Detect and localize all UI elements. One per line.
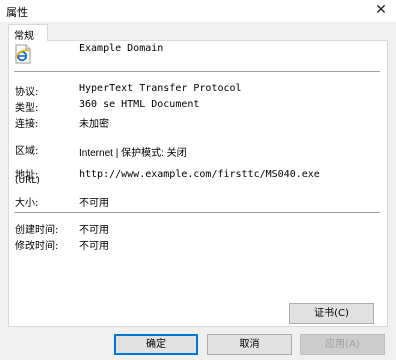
tab-general[interactable]: 常规	[8, 24, 48, 42]
apply-button[interactable]: 应用(A)	[300, 334, 385, 355]
tab-general-label: 常规	[14, 31, 34, 42]
certificate-button[interactable]: 证书(C)	[289, 303, 374, 324]
ok-button[interactable]: 确定	[114, 334, 198, 355]
cancel-button[interactable]: 取消	[207, 334, 292, 355]
window-title: 属性	[6, 6, 28, 19]
properties-panel	[8, 40, 388, 327]
close-icon[interactable]: ✕	[366, 0, 396, 22]
title-bar: 属性 ✕	[0, 0, 396, 22]
